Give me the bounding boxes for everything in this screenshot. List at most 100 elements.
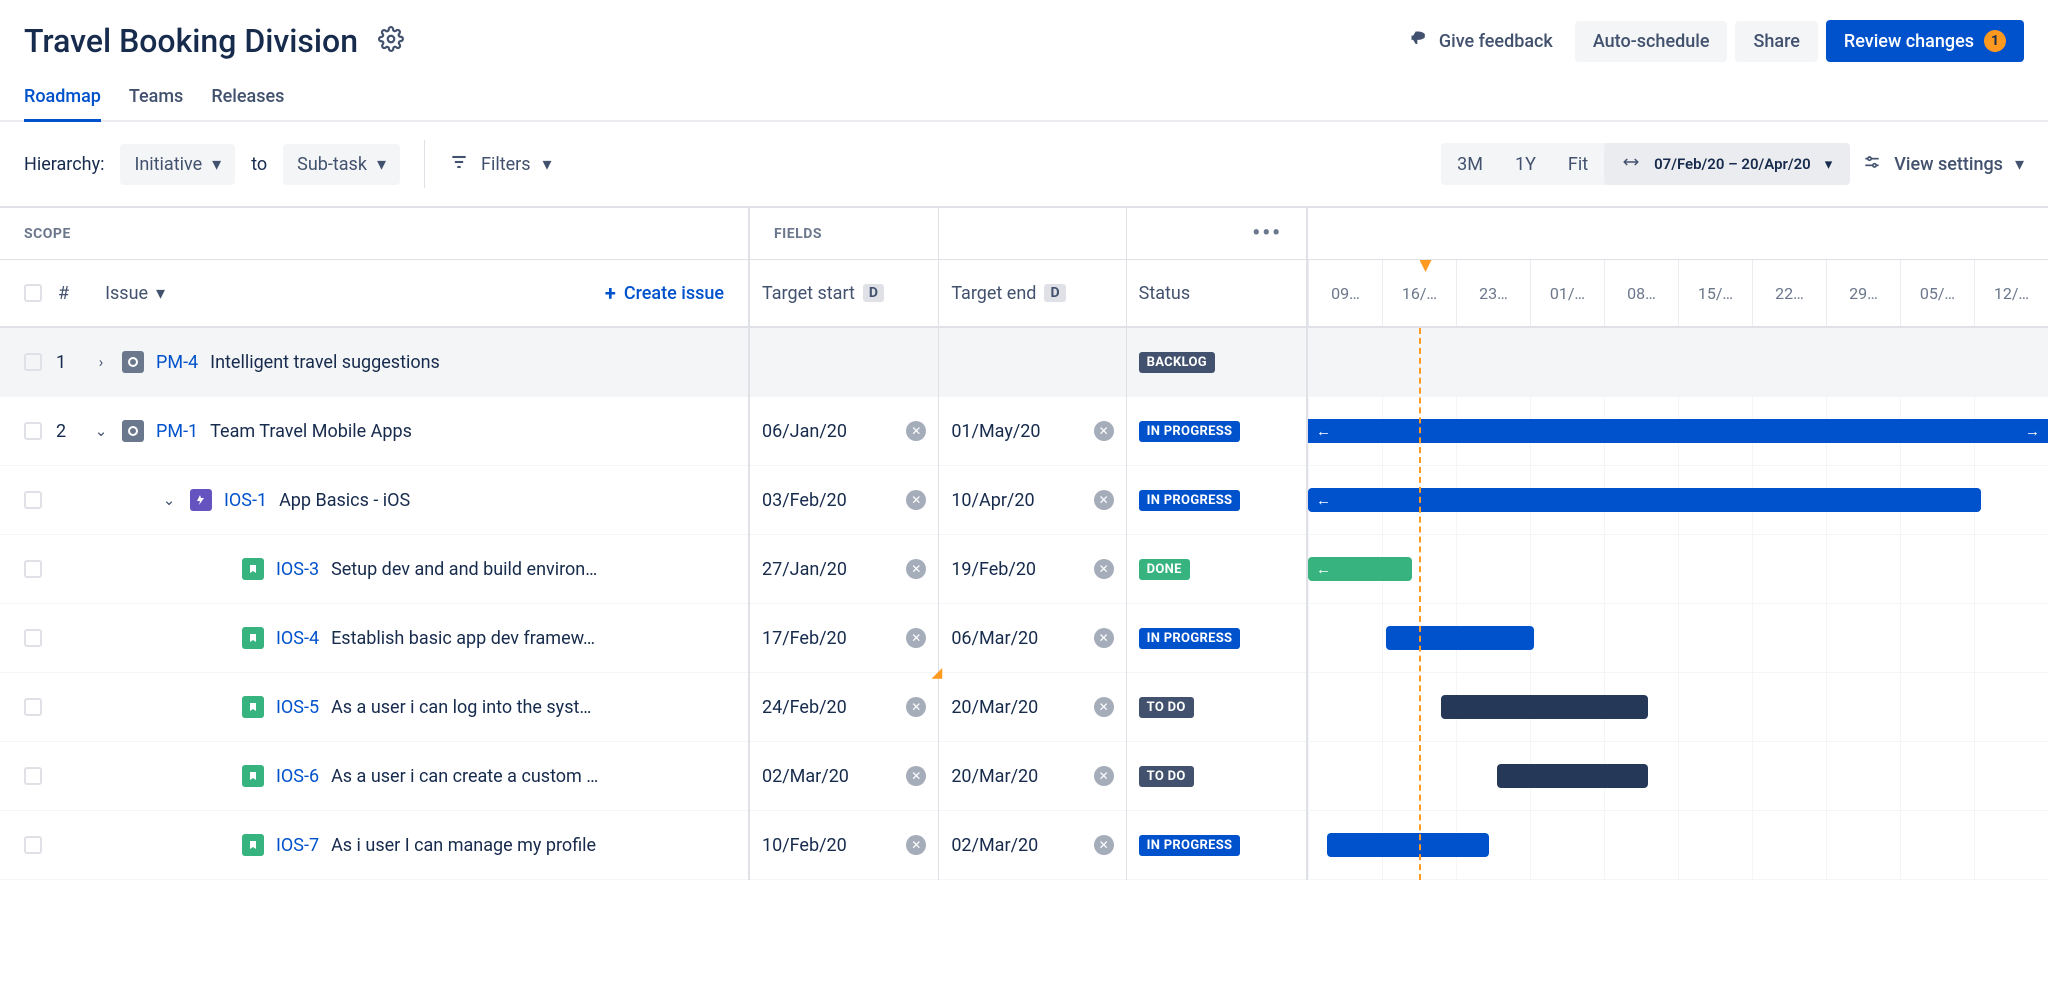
- row-checkbox[interactable]: [24, 836, 42, 854]
- row-checkbox[interactable]: [24, 767, 42, 785]
- gear-icon[interactable]: [378, 26, 404, 56]
- issue-key[interactable]: IOS-4: [276, 628, 319, 649]
- tab-roadmap[interactable]: Roadmap: [24, 86, 101, 122]
- cell-start[interactable]: 10/Feb/20✕: [750, 811, 938, 880]
- chevron-down-icon: ▾: [543, 154, 552, 175]
- range-1y[interactable]: 1Y: [1499, 144, 1552, 185]
- issue-key[interactable]: PM-4: [156, 352, 198, 373]
- column-target-end[interactable]: Target end D: [939, 260, 1125, 328]
- clear-icon[interactable]: ✕: [1094, 559, 1114, 579]
- cell-status[interactable]: IN PROGRESS: [1127, 466, 1306, 535]
- cell-status[interactable]: BACKLOG: [1127, 328, 1306, 397]
- select-all-checkbox[interactable]: [24, 284, 42, 302]
- cell-start[interactable]: 24/Feb/20✕◢: [750, 673, 938, 742]
- view-settings-button[interactable]: View settings ▾: [1862, 152, 2024, 177]
- table-row[interactable]: 1 › PM-4 Intelligent travel suggestions: [0, 328, 748, 397]
- table-row[interactable]: IOS-5 As a user i can log into the syst…: [0, 673, 748, 742]
- issue-key[interactable]: IOS-3: [276, 559, 319, 580]
- filters-button[interactable]: Filters ▾: [449, 152, 552, 177]
- tab-teams[interactable]: Teams: [129, 86, 183, 120]
- cell-end[interactable]: 19/Feb/20✕: [939, 535, 1125, 604]
- auto-schedule-button[interactable]: Auto-schedule: [1575, 21, 1728, 62]
- clear-icon[interactable]: ✕: [906, 835, 926, 855]
- review-changes-button[interactable]: Review changes 1: [1826, 20, 2024, 62]
- cell-end[interactable]: 10/Apr/20✕: [939, 466, 1125, 535]
- table-row[interactable]: IOS-3 Setup dev and and build environ…: [0, 535, 748, 604]
- cell-end[interactable]: 20/Mar/20✕: [939, 673, 1125, 742]
- row-checkbox[interactable]: [24, 353, 42, 371]
- give-feedback-button[interactable]: Give feedback: [1395, 23, 1567, 59]
- cell-status[interactable]: DONE: [1127, 535, 1306, 604]
- issue-key[interactable]: IOS-5: [276, 697, 319, 718]
- cell-status[interactable]: IN PROGRESS: [1127, 604, 1306, 673]
- cell-end[interactable]: 02/Mar/20✕: [939, 811, 1125, 880]
- cell-status[interactable]: TO DO: [1127, 742, 1306, 811]
- cell-start[interactable]: [750, 328, 938, 397]
- arrow-left-icon: [1316, 422, 1331, 440]
- cell-end[interactable]: 20/Mar/20✕: [939, 742, 1125, 811]
- hierarchy-from-dropdown[interactable]: Initiative ▾: [120, 144, 235, 185]
- cell-start[interactable]: 17/Feb/20✕: [750, 604, 938, 673]
- date-range-picker[interactable]: 07/Feb/20 – 20/Apr/20 ▾: [1604, 143, 1850, 185]
- chevron-right-icon[interactable]: ›: [92, 353, 110, 371]
- cell-start[interactable]: 02/Mar/20✕: [750, 742, 938, 811]
- gantt-bar[interactable]: [1308, 557, 1412, 581]
- chevron-down-icon[interactable]: ⌄: [160, 491, 178, 509]
- clear-icon[interactable]: ✕: [906, 421, 926, 441]
- clear-icon[interactable]: ✕: [1094, 490, 1114, 510]
- issue-key[interactable]: IOS-7: [276, 835, 319, 856]
- cell-end[interactable]: 01/May/20✕: [939, 397, 1125, 466]
- clear-icon[interactable]: ✕: [1094, 421, 1114, 441]
- table-row[interactable]: 2 ⌄ PM-1 Team Travel Mobile Apps: [0, 397, 748, 466]
- issue-key[interactable]: IOS-6: [276, 766, 319, 787]
- cell-end[interactable]: 06/Mar/20✕: [939, 604, 1125, 673]
- table-row[interactable]: IOS-4 Establish basic app dev framew…: [0, 604, 748, 673]
- table-row[interactable]: IOS-6 As a user i can create a custom …: [0, 742, 748, 811]
- column-target-start[interactable]: Target start D: [750, 260, 938, 328]
- gantt-bar[interactable]: [1497, 764, 1649, 788]
- clear-icon[interactable]: ✕: [906, 766, 926, 786]
- cell-start[interactable]: 06/Jan/20✕: [750, 397, 938, 466]
- clear-icon[interactable]: ✕: [906, 490, 926, 510]
- clear-icon[interactable]: ✕: [906, 697, 926, 717]
- row-checkbox[interactable]: [24, 491, 42, 509]
- cell-end[interactable]: [939, 328, 1125, 397]
- range-fit[interactable]: Fit: [1552, 144, 1604, 185]
- clear-icon[interactable]: ✕: [1094, 835, 1114, 855]
- table-row[interactable]: ⌄ IOS-1 App Basics - iOS: [0, 466, 748, 535]
- gantt-bar[interactable]: [1441, 695, 1648, 719]
- more-icon[interactable]: •••: [1252, 221, 1282, 246]
- share-button[interactable]: Share: [1735, 21, 1817, 62]
- gantt-bar[interactable]: [1308, 488, 1981, 512]
- row-checkbox[interactable]: [24, 560, 42, 578]
- cell-status[interactable]: TO DO: [1127, 673, 1306, 742]
- chevron-down-icon: ▾: [377, 154, 386, 175]
- row-checkbox[interactable]: [24, 698, 42, 716]
- row-checkbox[interactable]: [24, 422, 42, 440]
- hierarchy-to-dropdown[interactable]: Sub-task ▾: [283, 144, 400, 185]
- row-checkbox[interactable]: [24, 629, 42, 647]
- column-issue[interactable]: Issue ▾: [105, 283, 165, 304]
- clear-icon[interactable]: ✕: [906, 628, 926, 648]
- range-3m[interactable]: 3M: [1441, 144, 1499, 185]
- cell-status[interactable]: IN PROGRESS: [1127, 811, 1306, 880]
- clear-icon[interactable]: ✕: [906, 559, 926, 579]
- cell-status[interactable]: IN PROGRESS: [1127, 397, 1306, 466]
- tab-releases[interactable]: Releases: [211, 86, 284, 120]
- clear-icon[interactable]: ✕: [1094, 628, 1114, 648]
- status-badge: DONE: [1139, 559, 1190, 580]
- clear-icon[interactable]: ✕: [1094, 766, 1114, 786]
- gantt-bar[interactable]: [1327, 833, 1490, 857]
- issue-key[interactable]: IOS-1: [224, 490, 267, 511]
- cell-start[interactable]: 27/Jan/20✕: [750, 535, 938, 604]
- issue-key[interactable]: PM-1: [156, 421, 198, 442]
- create-issue-button[interactable]: + Create issue: [605, 281, 724, 305]
- column-status[interactable]: Status: [1127, 260, 1306, 328]
- cell-start[interactable]: 03/Feb/20✕: [750, 466, 938, 535]
- issue-title: Establish basic app dev framew…: [331, 628, 595, 649]
- issue-title: As a user i can create a custom …: [331, 766, 598, 787]
- gantt-bar[interactable]: [1386, 626, 1534, 650]
- chevron-down-icon[interactable]: ⌄: [92, 422, 110, 440]
- table-row[interactable]: IOS-7 As i user I can manage my profile: [0, 811, 748, 880]
- clear-icon[interactable]: ✕: [1094, 697, 1114, 717]
